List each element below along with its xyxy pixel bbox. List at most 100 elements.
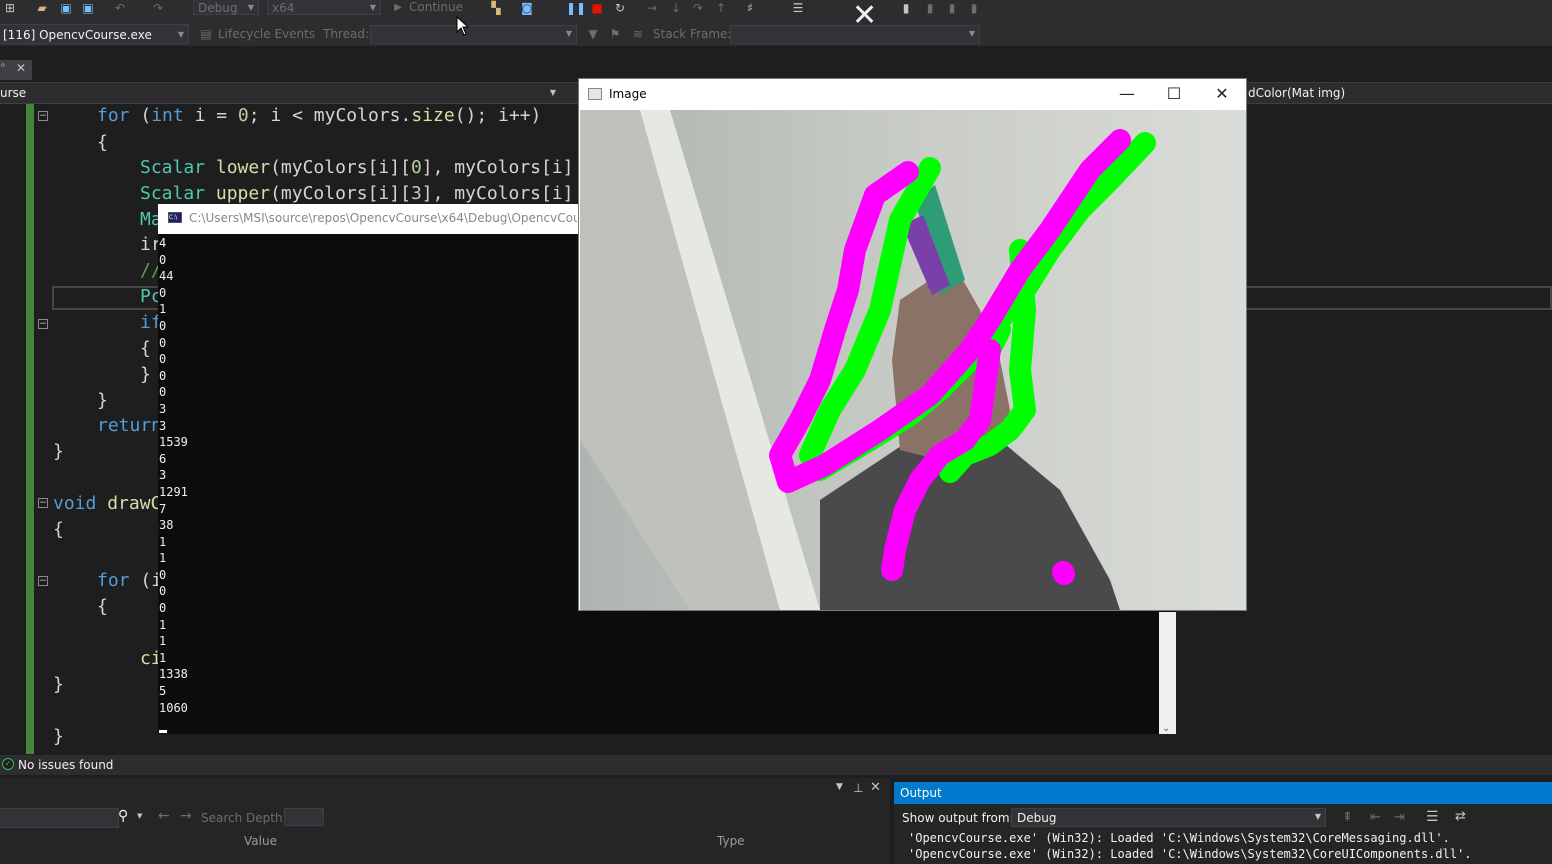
lifecycle-events-button[interactable]: Lifecycle Events <box>218 26 315 42</box>
step-out-icon[interactable]: ↑ <box>713 0 729 16</box>
save-icon[interactable]: ▣ <box>58 0 74 16</box>
code-line: return <box>97 415 163 436</box>
thread-dropdown[interactable]: ▼ <box>370 25 577 44</box>
code-line: } <box>53 726 64 747</box>
prev-message-icon[interactable]: ⇤ <box>1370 810 1381 825</box>
console-scrollbar[interactable]: ⌄ <box>1159 612 1176 734</box>
restart-icon[interactable]: ↻ <box>612 0 628 16</box>
project-scope-dropdown[interactable]: urse ▼ <box>0 83 560 103</box>
console-line: 1 <box>159 634 167 649</box>
pause-icon[interactable]: ❚❚ <box>566 0 586 16</box>
console-line: 1338 <box>159 667 188 682</box>
config-value: Debug <box>198 1 238 15</box>
output-titlebar[interactable]: Output <box>894 782 1552 804</box>
console-line: 0 <box>159 567 167 582</box>
console-line: 0 <box>159 335 167 350</box>
console-line: 0 <box>159 584 167 599</box>
config-dropdown[interactable]: Debug ▼ <box>193 0 259 15</box>
maximize-button[interactable]: ☐ <box>1151 80 1197 108</box>
prev-bookmark-icon[interactable]: ▮ <box>922 0 938 16</box>
output-line: 'OpencvCourse.exe' (Win32): Loaded 'C:\W… <box>908 831 1450 845</box>
stack-frame-icon[interactable]: ≋ <box>630 26 646 42</box>
value-column-header[interactable]: Value <box>244 834 277 848</box>
flag-icon[interactable]: ⚑ <box>607 26 623 42</box>
back-arrow-icon[interactable]: ← <box>158 808 170 824</box>
threads-icon[interactable]: ☰ <box>790 0 806 16</box>
type-column-header[interactable]: Type <box>717 834 745 848</box>
filter-icon[interactable]: ▼ <box>585 26 601 42</box>
clear-all-icon[interactable]: ☰ <box>1426 809 1439 825</box>
doc-tab[interactable]: ᵒ ✕ <box>0 60 32 80</box>
bookmark-icon[interactable]: ▮ <box>898 0 914 16</box>
step-over-icon[interactable]: ↷ <box>690 0 706 16</box>
open-folder-icon[interactable]: ▰ <box>34 0 50 16</box>
search-depth-label: Search Depth: <box>201 811 287 825</box>
camera-frame <box>580 110 1246 610</box>
console-line: 1539 <box>159 435 188 450</box>
play-icon[interactable]: ▶ <box>390 0 406 16</box>
code-line: } <box>53 441 64 462</box>
search-dropdown-icon[interactable]: ▼ <box>137 812 142 820</box>
word-wrap-icon[interactable]: ⇄ <box>1455 809 1466 824</box>
stop-icon[interactable]: ■ <box>589 0 605 16</box>
search-icon[interactable]: ⚲ <box>118 808 128 824</box>
code-line: { <box>97 132 108 153</box>
image-window-title: Image <box>609 87 647 101</box>
console-cursor <box>159 730 167 733</box>
console-line: 5 <box>159 684 167 699</box>
fold-toggle[interactable]: − <box>38 111 48 121</box>
close-panel-icon[interactable]: ✕ <box>870 780 881 795</box>
minimize-button[interactable]: — <box>1104 80 1150 108</box>
scope-value: urse <box>0 86 27 100</box>
next-bookmark-icon[interactable]: ▮ <box>944 0 960 16</box>
output-source-dropdown[interactable]: Debug ▼ <box>1011 808 1326 827</box>
new-project-icon[interactable]: ⊞ <box>2 0 18 16</box>
code-line: } <box>97 390 108 411</box>
next-message-icon[interactable]: ⇥ <box>1394 810 1405 825</box>
output-panel: Output Show output from: Debug ▼ ⇞ ⇤ ⇥ ☰… <box>894 782 1552 864</box>
hex-icon[interactable]: ♯ <box>742 0 758 16</box>
process-dropdown[interactable]: [116] OpencvCourse.exe ▼ <box>0 24 189 44</box>
screenshot-icon[interactable]: ◙ <box>519 0 535 16</box>
tab-close-icon[interactable]: ✕ <box>16 61 26 75</box>
close-button[interactable]: ✕ <box>1199 80 1245 108</box>
pin-icon[interactable]: ᵒ <box>1 62 5 73</box>
undo-icon[interactable]: ↶ <box>112 0 128 16</box>
save-all-icon[interactable]: ▣ <box>80 0 96 16</box>
dropdown-icon[interactable]: ▼ <box>836 782 843 792</box>
overlay-close-icon[interactable]: ✕ <box>852 0 877 33</box>
show-next-statement-icon[interactable]: → <box>644 0 660 16</box>
forward-arrow-icon[interactable]: → <box>180 808 192 824</box>
fold-toggle[interactable]: − <box>38 576 48 586</box>
find-message-icon[interactable]: ⇞ <box>1342 810 1353 825</box>
watch-search-input[interactable] <box>0 808 119 828</box>
change-bar <box>26 104 34 754</box>
lifecycle-icon[interactable]: ▤ <box>198 26 214 42</box>
member-value: dColor(Mat img) <box>1248 86 1346 100</box>
toolbar-row-2: [116] OpencvCourse.exe ▼ ▤ Lifecycle Even… <box>0 22 1552 46</box>
platform-dropdown[interactable]: x64 ▼ <box>267 0 381 15</box>
process-value: [116] OpencvCourse.exe <box>3 28 152 42</box>
redo-icon[interactable]: ↷ <box>150 0 166 16</box>
fold-toggle[interactable]: − <box>38 319 48 329</box>
clear-bookmark-icon[interactable]: ▮ <box>966 0 982 16</box>
output-source-value: Debug <box>1017 811 1057 825</box>
image-app-icon <box>588 88 602 100</box>
member-dropdown[interactable]: dColor(Mat img) <box>1248 83 1552 103</box>
code-line: for (int i = 0; i < myColors.size(); i++… <box>97 105 542 126</box>
find-icon[interactable]: ▚ <box>488 0 504 16</box>
console-line: 1291 <box>159 484 188 499</box>
continue-button[interactable]: Continue <box>409 0 463 15</box>
issues-status[interactable]: No issues found <box>18 758 113 772</box>
console-line: 0 <box>159 368 167 383</box>
console-line: 3 <box>159 468 167 483</box>
console-titlebar[interactable]: C:\ C:\Users\MSI\source\repos\OpencvCour… <box>158 204 578 234</box>
code-line: for (i <box>97 570 163 591</box>
check-circle-icon: ✓ <box>2 758 14 770</box>
scroll-down-icon[interactable]: ⌄ <box>1162 723 1170 734</box>
pin-panel-icon[interactable]: ⊥ <box>853 781 863 795</box>
fold-toggle[interactable]: − <box>38 498 48 508</box>
step-into-icon[interactable]: ↓ <box>668 0 684 16</box>
console-line: 0 <box>159 352 167 367</box>
search-depth-dropdown[interactable] <box>284 808 324 826</box>
